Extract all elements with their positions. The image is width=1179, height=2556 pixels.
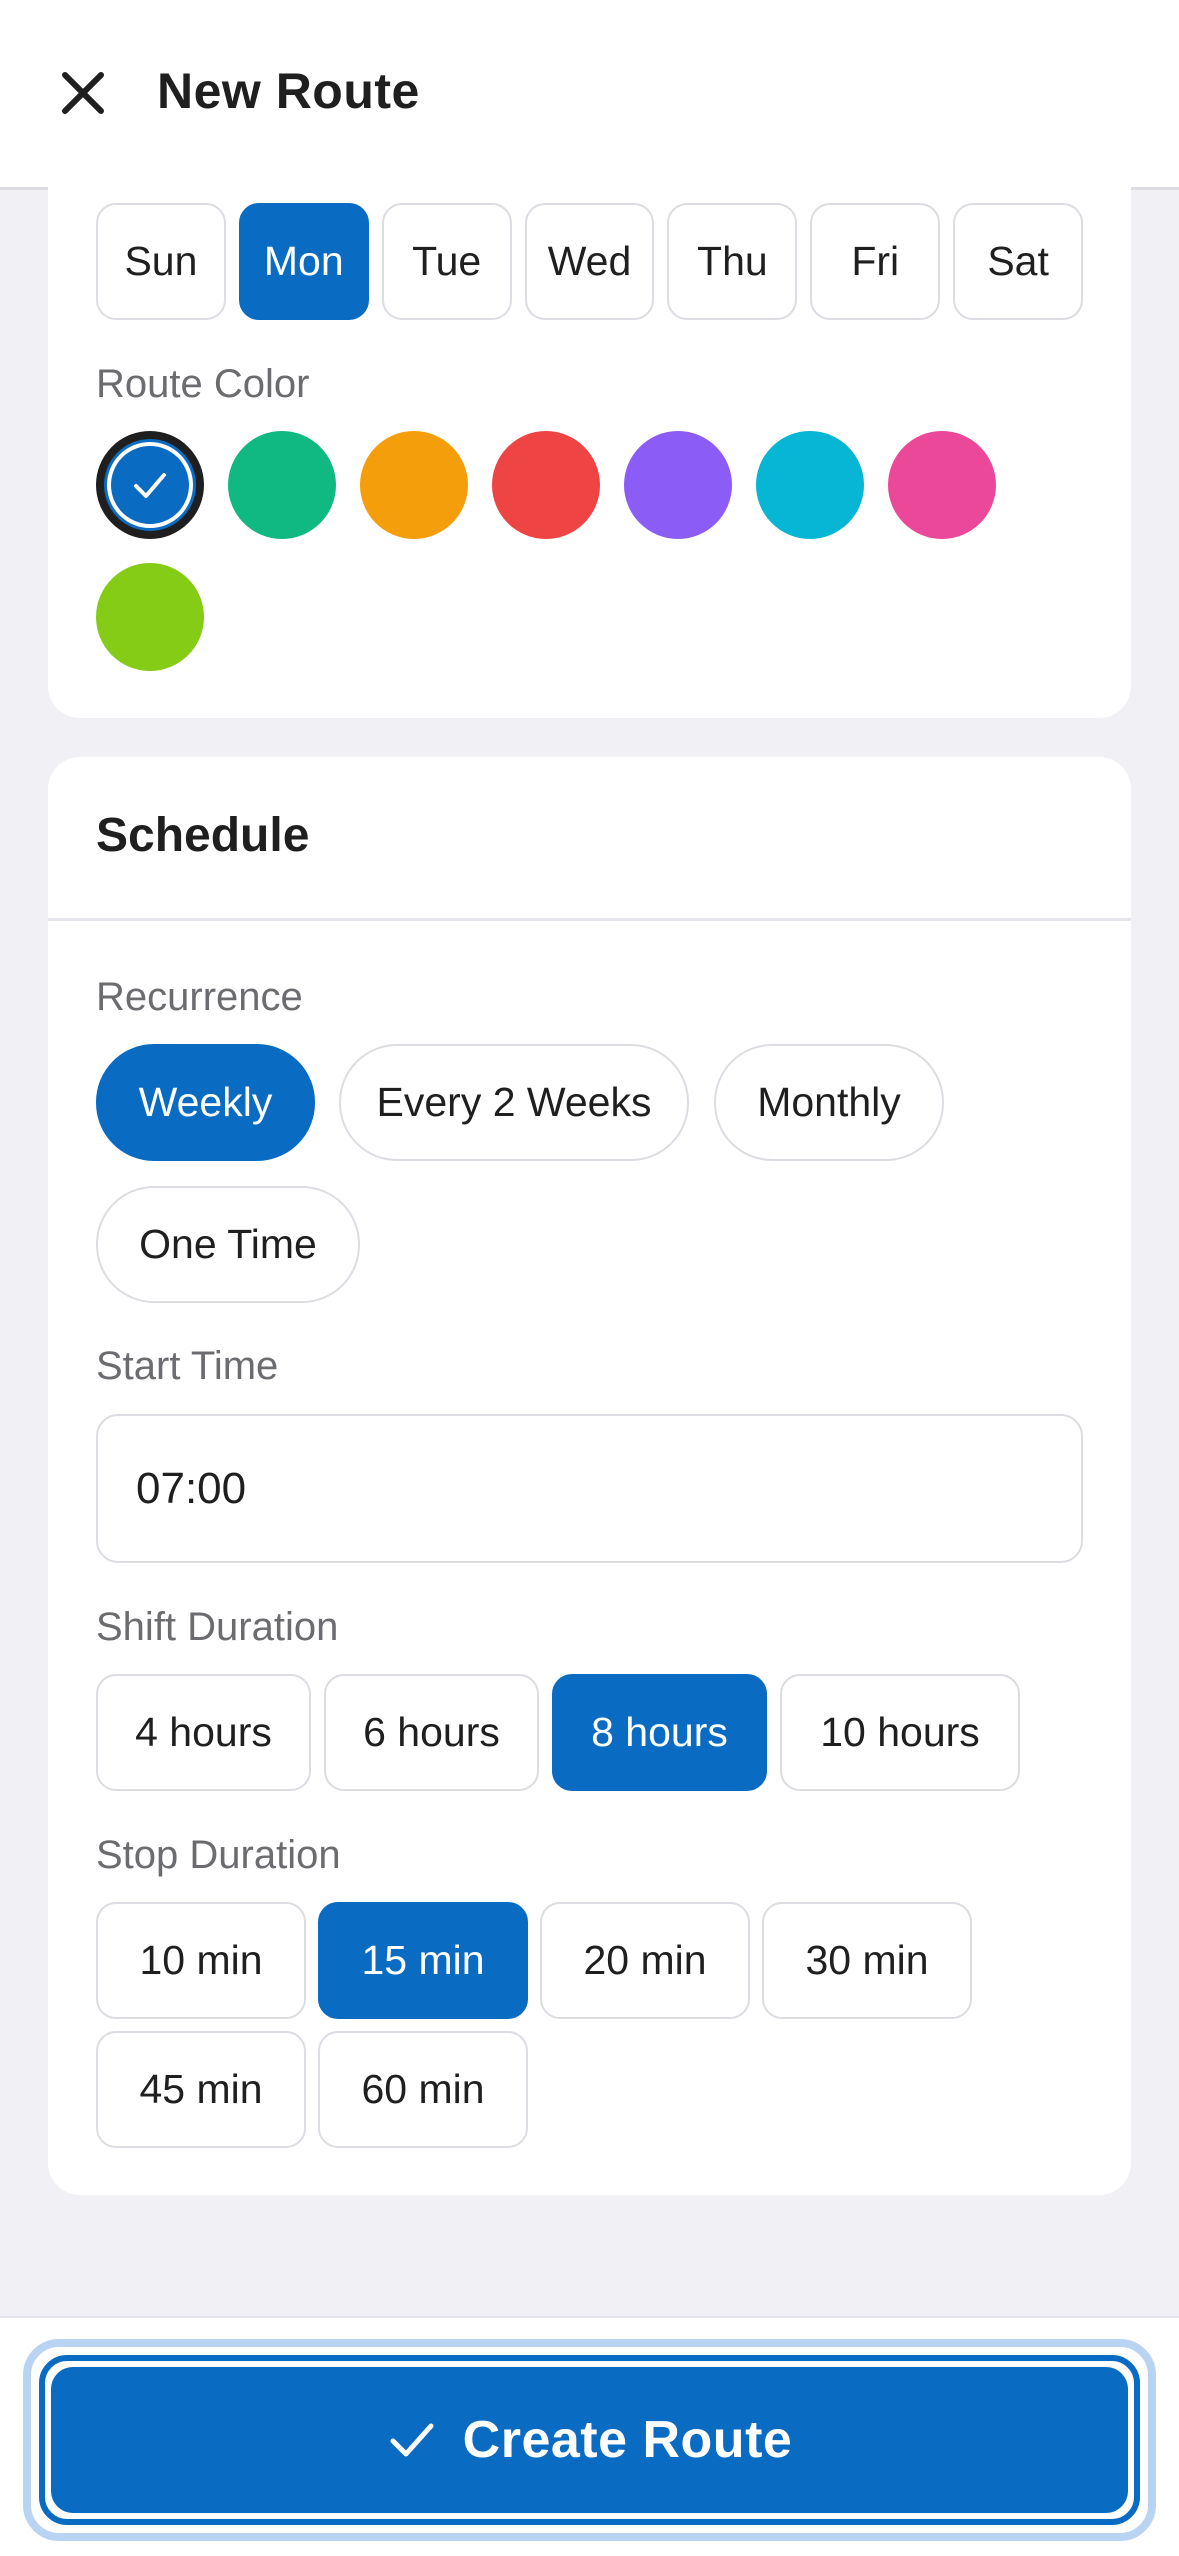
start-time-input[interactable]: 07:00 (96, 1414, 1083, 1563)
day-chip-sat[interactable]: Sat (953, 203, 1084, 320)
create-route-button[interactable]: Create Route (23, 2339, 1156, 2541)
day-chip-tue[interactable]: Tue (381, 203, 512, 320)
day-chip-fri[interactable]: Fri (810, 203, 941, 320)
color-swatch-red[interactable] (492, 431, 600, 539)
create-route-focus-ring: Create Route (39, 2355, 1140, 2525)
stop-option-45-min[interactable]: 45 min (96, 2031, 306, 2148)
close-icon (62, 72, 104, 114)
color-swatch-cyan[interactable] (756, 431, 864, 539)
shift-option-10-hours[interactable]: 10 hours (780, 1674, 1020, 1791)
start-time-label: Start Time (96, 1344, 279, 1388)
route-color-label: Route Color (96, 362, 310, 406)
recurrence-option-weekly[interactable]: Weekly (96, 1044, 315, 1161)
stop-option-10-min[interactable]: 10 min (96, 1902, 306, 2019)
stop-option-15-min[interactable]: 15 min (318, 1902, 528, 2019)
day-chip-sun[interactable]: Sun (96, 203, 226, 320)
schedule-title: Schedule (96, 809, 310, 862)
create-route-label: Create Route (462, 2411, 793, 2469)
color-swatch-lime[interactable] (96, 563, 204, 671)
color-swatch-purple[interactable] (624, 431, 732, 539)
stop-option-30-min[interactable]: 30 min (762, 1902, 972, 2019)
recurrence-option-monthly[interactable]: Monthly (714, 1044, 944, 1161)
section-divider (48, 918, 1131, 921)
color-swatch-blue[interactable] (96, 431, 204, 539)
color-swatch-pink[interactable] (888, 431, 996, 539)
day-chip-mon[interactable]: Mon (238, 203, 369, 320)
check-icon (134, 473, 166, 498)
stop-duration-label: Stop Duration (96, 1833, 341, 1877)
shift-duration-label: Shift Duration (96, 1605, 339, 1649)
color-swatch-orange[interactable] (360, 431, 468, 539)
day-chip-wed[interactable]: Wed (524, 203, 655, 320)
close-button[interactable] (50, 60, 116, 126)
recurrence-option-every-2-weeks[interactable]: Every 2 Weeks (339, 1044, 689, 1161)
shift-option-4-hours[interactable]: 4 hours (96, 1674, 311, 1791)
page-title: New Route (157, 63, 420, 119)
shift-option-8-hours[interactable]: 8 hours (552, 1674, 767, 1791)
day-chip-thu[interactable]: Thu (667, 203, 798, 320)
check-icon (390, 2423, 434, 2457)
recurrence-label: Recurrence (96, 975, 303, 1019)
color-swatch-green[interactable] (228, 431, 336, 539)
stop-option-20-min[interactable]: 20 min (540, 1902, 750, 2019)
recurrence-option-one-time[interactable]: One Time (96, 1186, 360, 1303)
shift-option-6-hours[interactable]: 6 hours (324, 1674, 539, 1791)
stop-option-60-min[interactable]: 60 min (318, 2031, 528, 2148)
day-selector: Sun Mon Tue Wed Thu Fri Sat (96, 203, 1084, 320)
create-route-fill: Create Route (51, 2367, 1128, 2513)
